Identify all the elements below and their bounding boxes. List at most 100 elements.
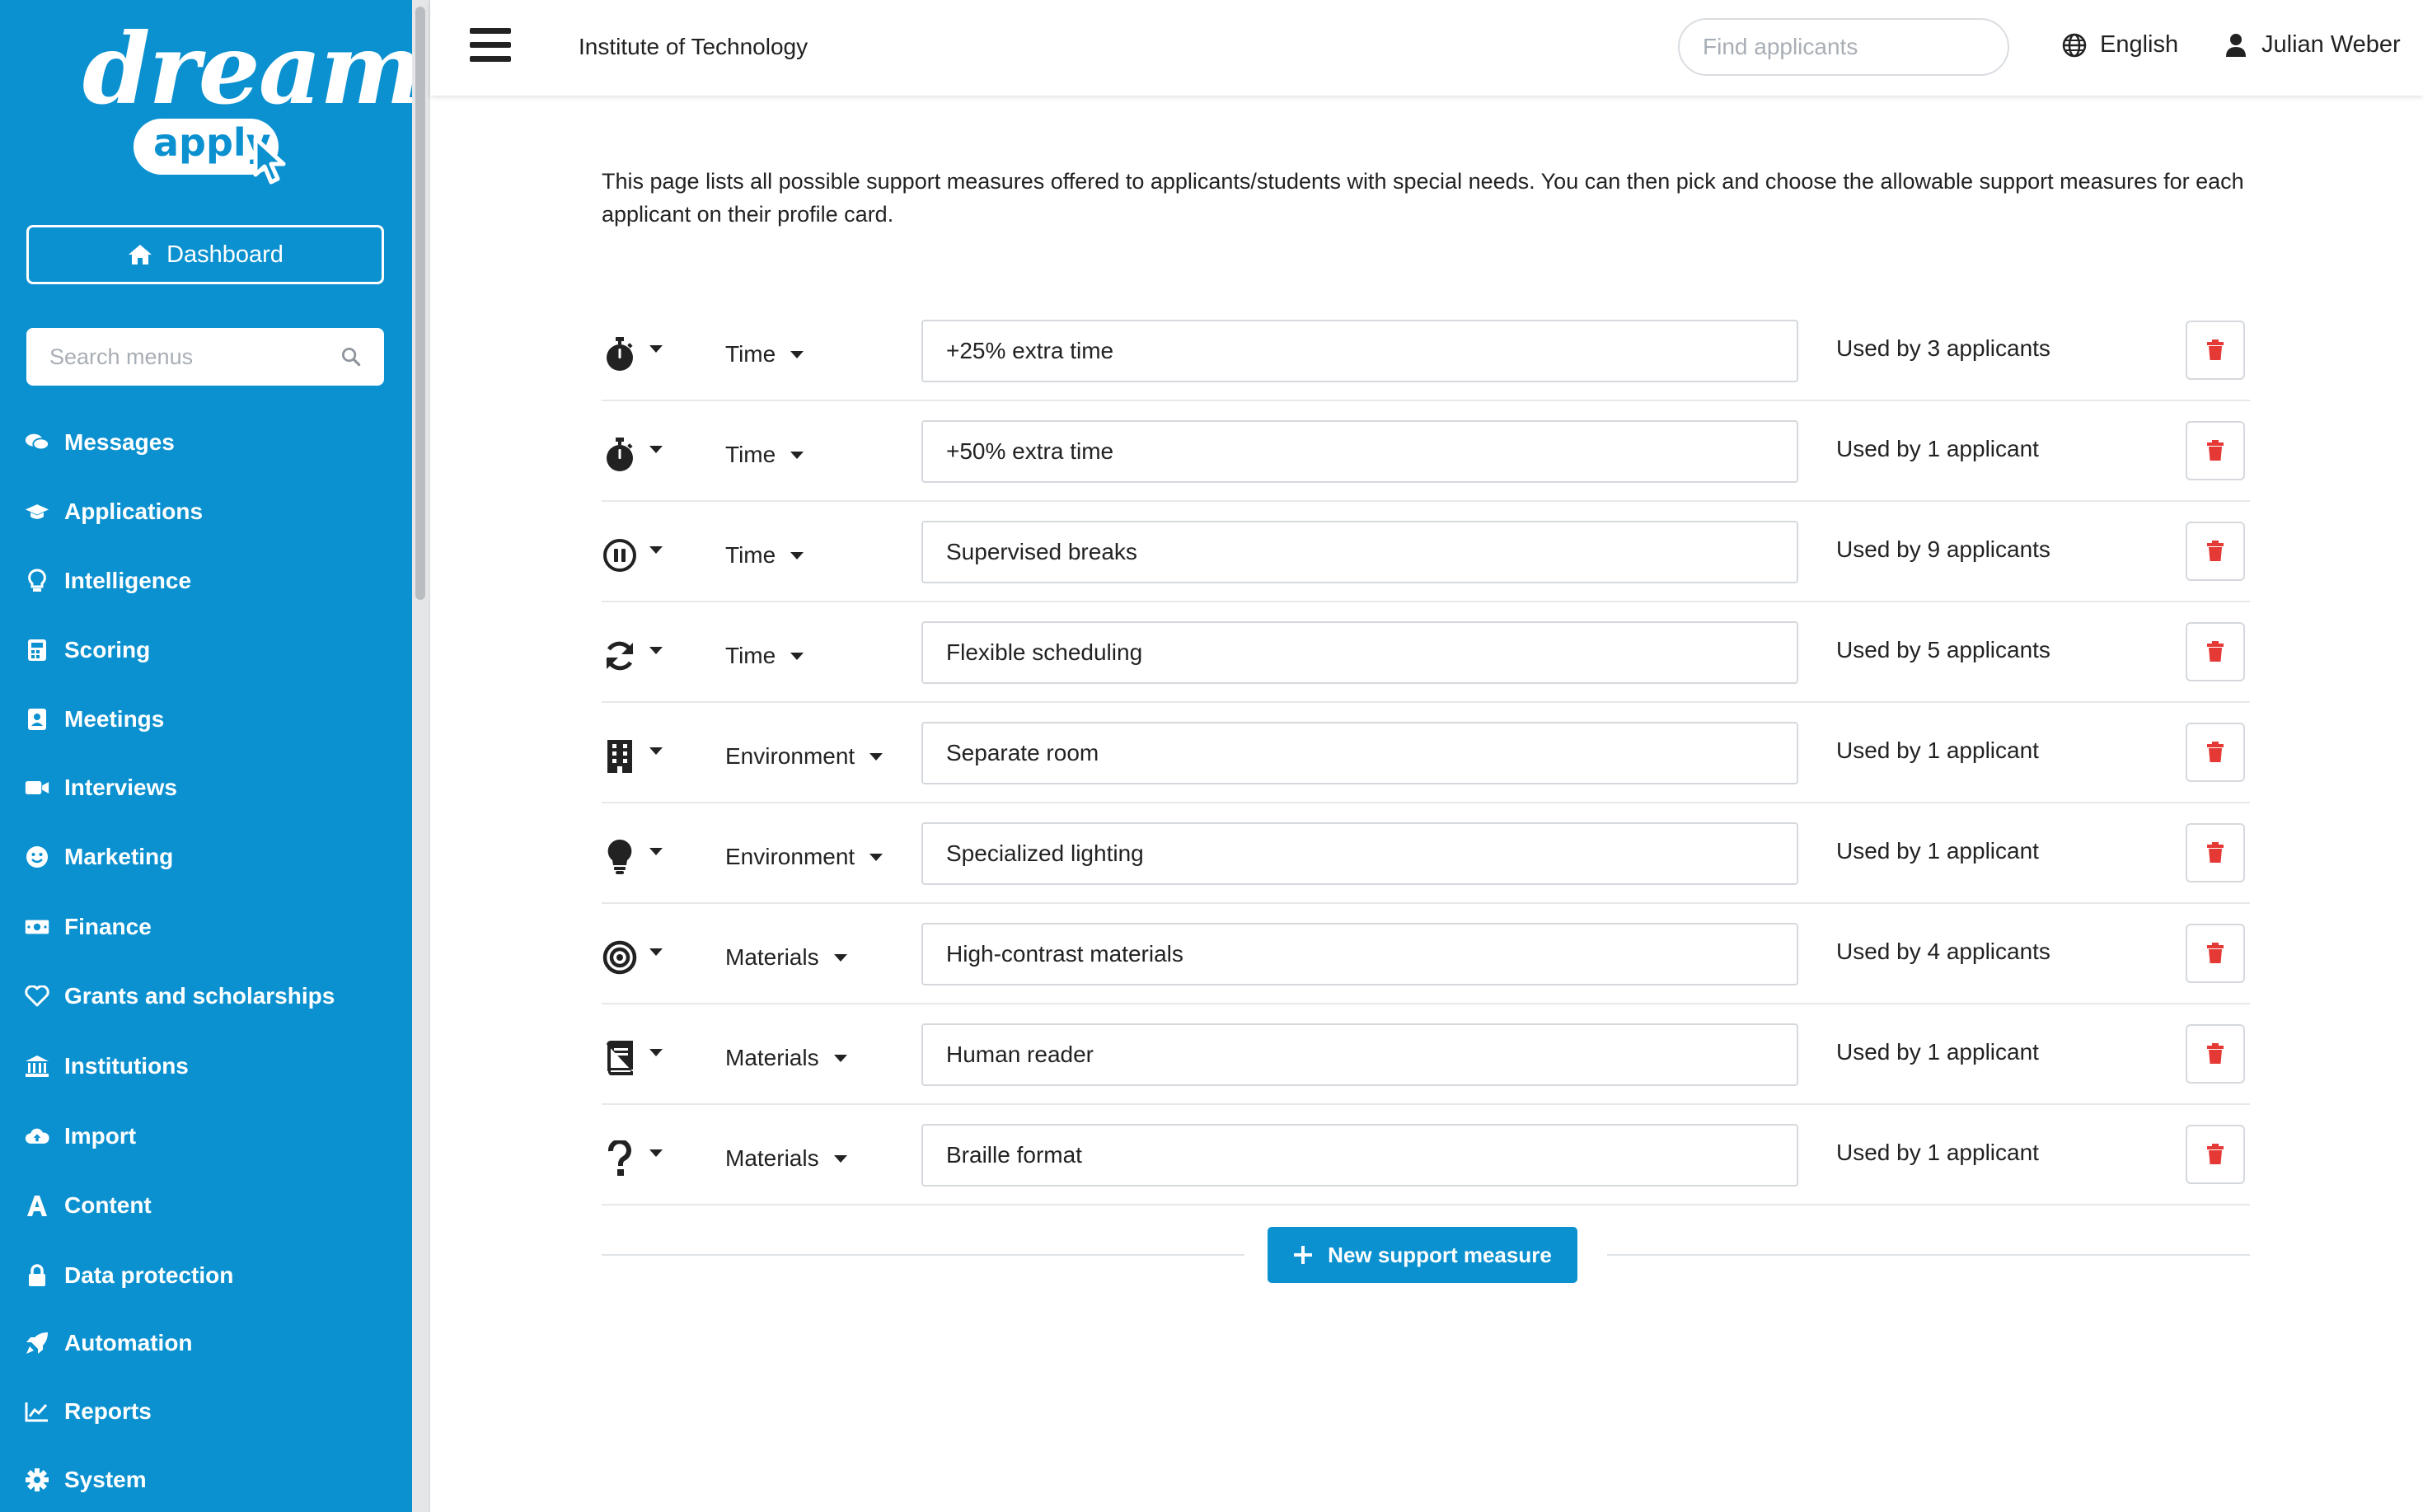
category-label: Time	[725, 542, 776, 568]
icon-selector[interactable]	[602, 535, 684, 576]
delete-button[interactable]	[2186, 522, 2245, 581]
category-dropdown[interactable]: Environment	[725, 737, 883, 775]
support-measure-row: Time Used by 1 applicant	[602, 401, 2250, 502]
sidebar-item-import[interactable]: Import	[25, 1116, 136, 1157]
support-measure-row: Materials Used by 4 applicants	[602, 904, 2250, 1004]
sidebar-item-label: Interviews	[64, 775, 177, 800]
chevron-down-icon	[833, 1154, 847, 1163]
measure-name-input[interactable]	[921, 521, 1798, 583]
icon-selector[interactable]	[602, 434, 684, 475]
category-dropdown[interactable]: Time	[725, 335, 804, 373]
sidebar-item-intelligence[interactable]: Intelligence	[25, 560, 191, 602]
chevron-down-icon	[790, 451, 804, 459]
sidebar-item-scoring[interactable]: Scoring	[25, 630, 150, 671]
heart-icon	[25, 984, 49, 1009]
sidebar-item-system[interactable]: System	[25, 1459, 147, 1500]
sidebar-item-data-protection[interactable]: Data protection	[25, 1255, 233, 1296]
rocket-icon	[25, 1331, 49, 1355]
dreamapply-logo[interactable]: dream apply	[82, 12, 423, 185]
sidebar-item-finance[interactable]: Finance	[25, 906, 152, 948]
cursor-pointer-icon	[253, 136, 286, 185]
category-dropdown[interactable]: Materials	[725, 939, 847, 976]
hamburger-menu-icon[interactable]	[470, 28, 511, 66]
sidebar-item-marketing[interactable]: Marketing	[25, 836, 173, 878]
trash-icon	[2207, 339, 2224, 360]
stopwatch-icon	[602, 336, 638, 372]
usage-count: Used by 1 applicant	[1836, 436, 2039, 461]
delete-button[interactable]	[2186, 321, 2245, 380]
delete-button[interactable]	[2186, 421, 2245, 480]
sidebar-item-label: Reports	[64, 1398, 152, 1424]
dashboard-button[interactable]: Dashboard	[26, 225, 384, 284]
sidebar-item-grants-and-scholarships[interactable]: Grants and scholarships	[25, 976, 335, 1017]
plus-icon	[1294, 1246, 1313, 1264]
chevron-down-icon	[649, 1048, 663, 1056]
category-dropdown[interactable]: Time	[725, 436, 804, 474]
lock-icon	[25, 1263, 49, 1288]
delete-button[interactable]	[2186, 1024, 2245, 1084]
measure-name-input[interactable]	[921, 320, 1798, 382]
sidebar-item-label: Automation	[64, 1330, 193, 1355]
support-measure-row: Time Used by 9 applicants	[602, 502, 2250, 602]
support-measure-row: Time Used by 3 applicants	[602, 301, 2250, 401]
sidebar-scrollbar[interactable]	[412, 0, 429, 1512]
delete-button[interactable]	[2186, 924, 2245, 983]
measure-name-input[interactable]	[921, 621, 1798, 684]
icon-selector[interactable]	[602, 635, 684, 676]
category-dropdown[interactable]: Environment	[725, 838, 883, 876]
support-measure-row: Materials Used by 1 applicant	[602, 1004, 2250, 1105]
sidebar-item-reports[interactable]: Reports	[25, 1391, 152, 1432]
sidebar-item-label: System	[64, 1467, 147, 1492]
category-dropdown[interactable]: Time	[725, 536, 804, 574]
graduation-cap-icon	[25, 499, 49, 524]
measure-name-input[interactable]	[921, 722, 1798, 784]
icon-selector[interactable]	[602, 1037, 684, 1079]
sidebar-item-label: Meetings	[64, 706, 165, 732]
sidebar-item-label: Data protection	[64, 1262, 234, 1288]
building-icon	[602, 738, 638, 775]
sidebar-item-label: Intelligence	[64, 568, 192, 593]
chevron-down-icon	[649, 344, 663, 353]
category-dropdown[interactable]: Materials	[725, 1140, 847, 1177]
measure-name-input[interactable]	[921, 1124, 1798, 1187]
support-measure-row: Environment Used by 1 applicant	[602, 703, 2250, 803]
category-dropdown[interactable]: Materials	[725, 1039, 847, 1077]
delete-button[interactable]	[2186, 823, 2245, 882]
icon-selector[interactable]	[602, 1138, 684, 1179]
menu-search-input[interactable]	[49, 344, 341, 370]
icon-selector[interactable]	[602, 736, 684, 777]
sidebar-item-institutions[interactable]: Institutions	[25, 1046, 189, 1087]
language-selector[interactable]: English	[2062, 31, 2178, 59]
user-menu[interactable]: Julian Weber	[2225, 31, 2401, 59]
sidebar-item-messages[interactable]: Messages	[25, 422, 175, 463]
sidebar-item-automation[interactable]: Automation	[25, 1322, 193, 1364]
sidebar-item-applications[interactable]: Applications	[25, 491, 203, 532]
measure-name-input[interactable]	[921, 420, 1798, 483]
measure-name-input[interactable]	[921, 1023, 1798, 1086]
icon-selector[interactable]	[602, 334, 684, 375]
new-support-measure-button[interactable]: New support measure	[1268, 1227, 1577, 1283]
delete-button[interactable]	[2186, 723, 2245, 782]
category-dropdown[interactable]: Time	[725, 637, 804, 675]
lightbulb-icon	[602, 839, 638, 875]
delete-button[interactable]	[2186, 622, 2245, 681]
measure-name-input[interactable]	[921, 923, 1798, 985]
chevron-down-icon	[649, 847, 663, 855]
sidebar-item-interviews[interactable]: Interviews	[25, 767, 177, 808]
support-measure-row: Environment Used by 1 applicant	[602, 803, 2250, 904]
chevron-down-icon	[649, 646, 663, 654]
icon-selector[interactable]	[602, 937, 684, 978]
menu-search	[26, 328, 384, 386]
chevron-down-icon	[649, 445, 663, 453]
icon-selector[interactable]	[602, 836, 684, 878]
sidebar-item-meetings[interactable]: Meetings	[25, 699, 164, 740]
contact-card-icon	[25, 707, 49, 732]
money-icon	[25, 915, 49, 939]
scrollbar-thumb[interactable]	[415, 7, 425, 600]
book-icon	[602, 1040, 638, 1076]
find-applicants-input[interactable]	[1703, 34, 2000, 60]
sidebar-item-content[interactable]: Content	[25, 1185, 152, 1226]
trash-icon	[2207, 641, 2224, 662]
delete-button[interactable]	[2186, 1125, 2245, 1184]
measure-name-input[interactable]	[921, 822, 1798, 885]
